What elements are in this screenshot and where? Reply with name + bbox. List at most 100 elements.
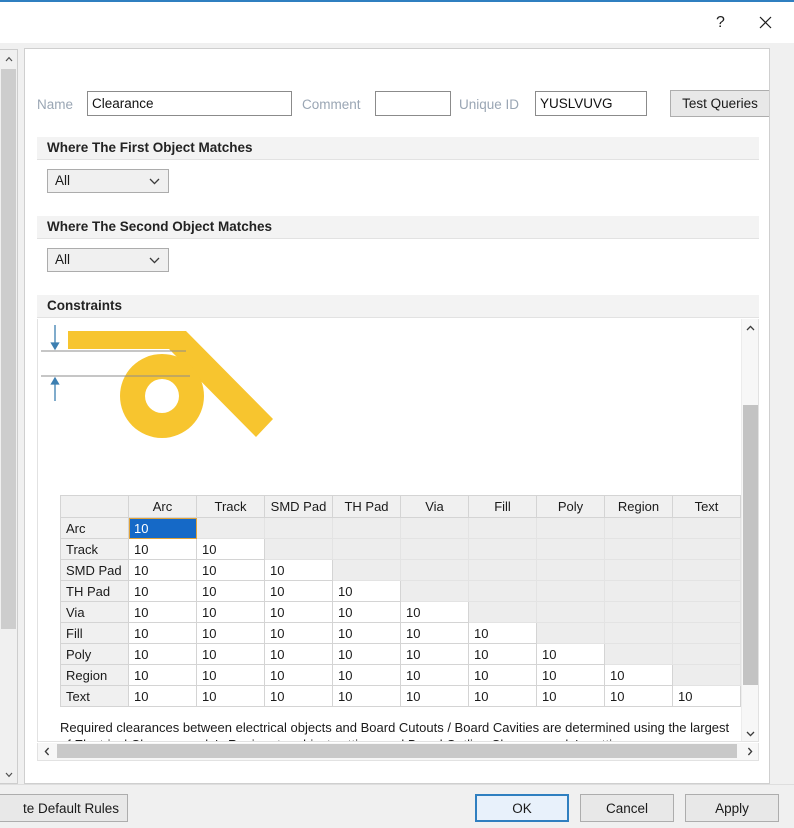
help-button[interactable]: ? bbox=[698, 6, 743, 40]
matrix-cell bbox=[332, 517, 401, 539]
matrix-cell[interactable]: 10 bbox=[332, 664, 401, 686]
matrix-cell[interactable]: 10 bbox=[604, 685, 673, 707]
first-object-scope-combobox[interactable]: All bbox=[47, 169, 169, 193]
matrix-row-header[interactable]: Arc bbox=[60, 517, 129, 539]
matrix-cell[interactable]: 10 bbox=[128, 643, 197, 665]
matrix-cell[interactable]: 10 bbox=[264, 664, 333, 686]
matrix-cell[interactable]: 10 bbox=[196, 538, 265, 560]
matrix-cell bbox=[536, 601, 605, 623]
matrix-col-header-arc[interactable]: Arc bbox=[128, 495, 197, 518]
matrix-cell[interactable]: 10 bbox=[128, 559, 197, 581]
matrix-col-header-text[interactable]: Text bbox=[672, 495, 741, 518]
matrix-cell[interactable]: 10 bbox=[196, 559, 265, 581]
matrix-cell[interactable]: 10 bbox=[400, 622, 469, 644]
constraints-scroll-right-button[interactable] bbox=[741, 743, 758, 759]
constraints-scroll-left-button[interactable] bbox=[38, 743, 55, 759]
matrix-cell[interactable]: 10 bbox=[128, 622, 197, 644]
matrix-cell bbox=[604, 517, 673, 539]
constraints-scroll-thumb[interactable] bbox=[743, 405, 758, 685]
rules-and-constraints-editor-window: ? Name Clearance Comment Unique ID YUSLV… bbox=[0, 0, 794, 828]
cancel-button[interactable]: Cancel bbox=[580, 794, 674, 822]
matrix-cell[interactable]: 10 bbox=[196, 622, 265, 644]
matrix-cell[interactable]: 10 bbox=[196, 685, 265, 707]
matrix-cell[interactable]: 10 bbox=[332, 643, 401, 665]
matrix-col-header-poly[interactable]: Poly bbox=[536, 495, 605, 518]
ok-button[interactable]: OK bbox=[475, 794, 569, 822]
matrix-cell[interactable]: 10 bbox=[468, 664, 537, 686]
matrix-cell[interactable]: 10 bbox=[672, 685, 741, 707]
matrix-cell[interactable]: 10 bbox=[264, 601, 333, 623]
matrix-cell[interactable]: 10 bbox=[264, 685, 333, 707]
matrix-col-header-region[interactable]: Region bbox=[604, 495, 673, 518]
matrix-col-header-via[interactable]: Via bbox=[400, 495, 469, 518]
constraints-scroll-up-button[interactable] bbox=[742, 319, 758, 336]
matrix-cell[interactable]: 10 bbox=[468, 622, 537, 644]
matrix-cell[interactable]: 10 bbox=[128, 538, 197, 560]
name-input[interactable] bbox=[87, 91, 292, 116]
constraints-horizontal-scrollbar[interactable] bbox=[37, 743, 759, 761]
constraints-scroll-down-button[interactable] bbox=[742, 725, 758, 741]
matrix-cell[interactable]: 10 bbox=[128, 685, 197, 707]
matrix-row-header[interactable]: SMD Pad bbox=[60, 559, 129, 581]
matrix-row-header[interactable]: Fill bbox=[60, 622, 129, 644]
matrix-col-header-track[interactable]: Track bbox=[196, 495, 265, 518]
create-default-rules-button[interactable]: te Default Rules bbox=[0, 794, 128, 822]
second-object-scope-combobox[interactable]: All bbox=[47, 248, 169, 272]
rules-tree-scroll-down-button[interactable] bbox=[0, 766, 17, 783]
matrix-cell[interactable]: 10 bbox=[400, 685, 469, 707]
matrix-cell[interactable]: 10 bbox=[332, 685, 401, 707]
matrix-row-header[interactable]: Poly bbox=[60, 643, 129, 665]
unique-id-input[interactable] bbox=[535, 91, 647, 116]
matrix-row: Track 10 10 bbox=[60, 538, 741, 560]
matrix-cell[interactable]: 10 bbox=[400, 664, 469, 686]
matrix-row: Arc 10 bbox=[60, 517, 741, 539]
matrix-cell[interactable]: 10 bbox=[128, 664, 197, 686]
matrix-header-row: Arc Track SMD Pad TH Pad Via Fill Poly R… bbox=[60, 495, 741, 518]
matrix-cell[interactable]: 10 bbox=[128, 580, 197, 602]
constraints-hscroll-thumb[interactable] bbox=[57, 744, 737, 758]
matrix-cell[interactable]: 10 bbox=[196, 664, 265, 686]
matrix-cell[interactable]: 10 bbox=[468, 685, 537, 707]
matrix-cell bbox=[468, 538, 537, 560]
test-queries-button[interactable]: Test Queries bbox=[670, 90, 769, 117]
matrix-cell[interactable]: 10 bbox=[196, 580, 265, 602]
matrix-cell[interactable]: 10 bbox=[264, 622, 333, 644]
matrix-cell[interactable]: 10 bbox=[264, 580, 333, 602]
matrix-row-header[interactable]: Via bbox=[60, 601, 129, 623]
matrix-cell[interactable]: 10 bbox=[264, 559, 333, 581]
close-button[interactable] bbox=[743, 6, 788, 40]
constraints-vertical-scrollbar[interactable] bbox=[741, 319, 758, 741]
constraints-body: Arc Track SMD Pad TH Pad Via Fill Poly R… bbox=[37, 319, 759, 742]
matrix-cell[interactable]: 10 bbox=[536, 664, 605, 686]
matrix-row: Via 10 10 10 10 10 bbox=[60, 601, 741, 623]
matrix-cell[interactable]: 10 bbox=[332, 622, 401, 644]
rules-tree-scrollbar[interactable] bbox=[0, 49, 18, 784]
matrix-cell[interactable]: 10 bbox=[332, 601, 401, 623]
matrix-row-header[interactable]: Region bbox=[60, 664, 129, 686]
matrix-cell[interactable]: 10 bbox=[128, 601, 197, 623]
matrix-cell[interactable]: 10 bbox=[468, 643, 537, 665]
matrix-cell[interactable]: 10 bbox=[332, 580, 401, 602]
matrix-cell[interactable]: 10 bbox=[536, 685, 605, 707]
matrix-col-header-smd-pad[interactable]: SMD Pad bbox=[264, 495, 333, 518]
apply-button[interactable]: Apply bbox=[685, 794, 779, 822]
matrix-cell[interactable]: 10 bbox=[196, 601, 265, 623]
matrix-cell[interactable]: 10 bbox=[264, 643, 333, 665]
matrix-row: Poly 10 10 10 10 10 10 10 bbox=[60, 643, 741, 665]
matrix-col-header-th-pad[interactable]: TH Pad bbox=[332, 495, 401, 518]
clearance-matrix-table[interactable]: Arc Track SMD Pad TH Pad Via Fill Poly R… bbox=[60, 495, 741, 707]
comment-input[interactable] bbox=[375, 91, 451, 116]
matrix-cell[interactable]: 10 bbox=[604, 664, 673, 686]
matrix-cell[interactable]: 10 bbox=[196, 643, 265, 665]
matrix-cell[interactable]: 10 bbox=[536, 643, 605, 665]
rules-tree-scroll-up-button[interactable] bbox=[0, 50, 17, 67]
matrix-row-header[interactable]: TH Pad bbox=[60, 580, 129, 602]
matrix-col-header-fill[interactable]: Fill bbox=[468, 495, 537, 518]
matrix-cell[interactable]: 10 bbox=[400, 601, 469, 623]
matrix-cell[interactable]: 10 bbox=[400, 643, 469, 665]
matrix-cell[interactable]: 10 bbox=[128, 517, 197, 539]
constraints-header-label: Constraints bbox=[47, 298, 123, 313]
rules-tree-scroll-thumb[interactable] bbox=[1, 69, 16, 629]
matrix-row-header[interactable]: Track bbox=[60, 538, 129, 560]
matrix-row-header[interactable]: Text bbox=[60, 685, 129, 707]
